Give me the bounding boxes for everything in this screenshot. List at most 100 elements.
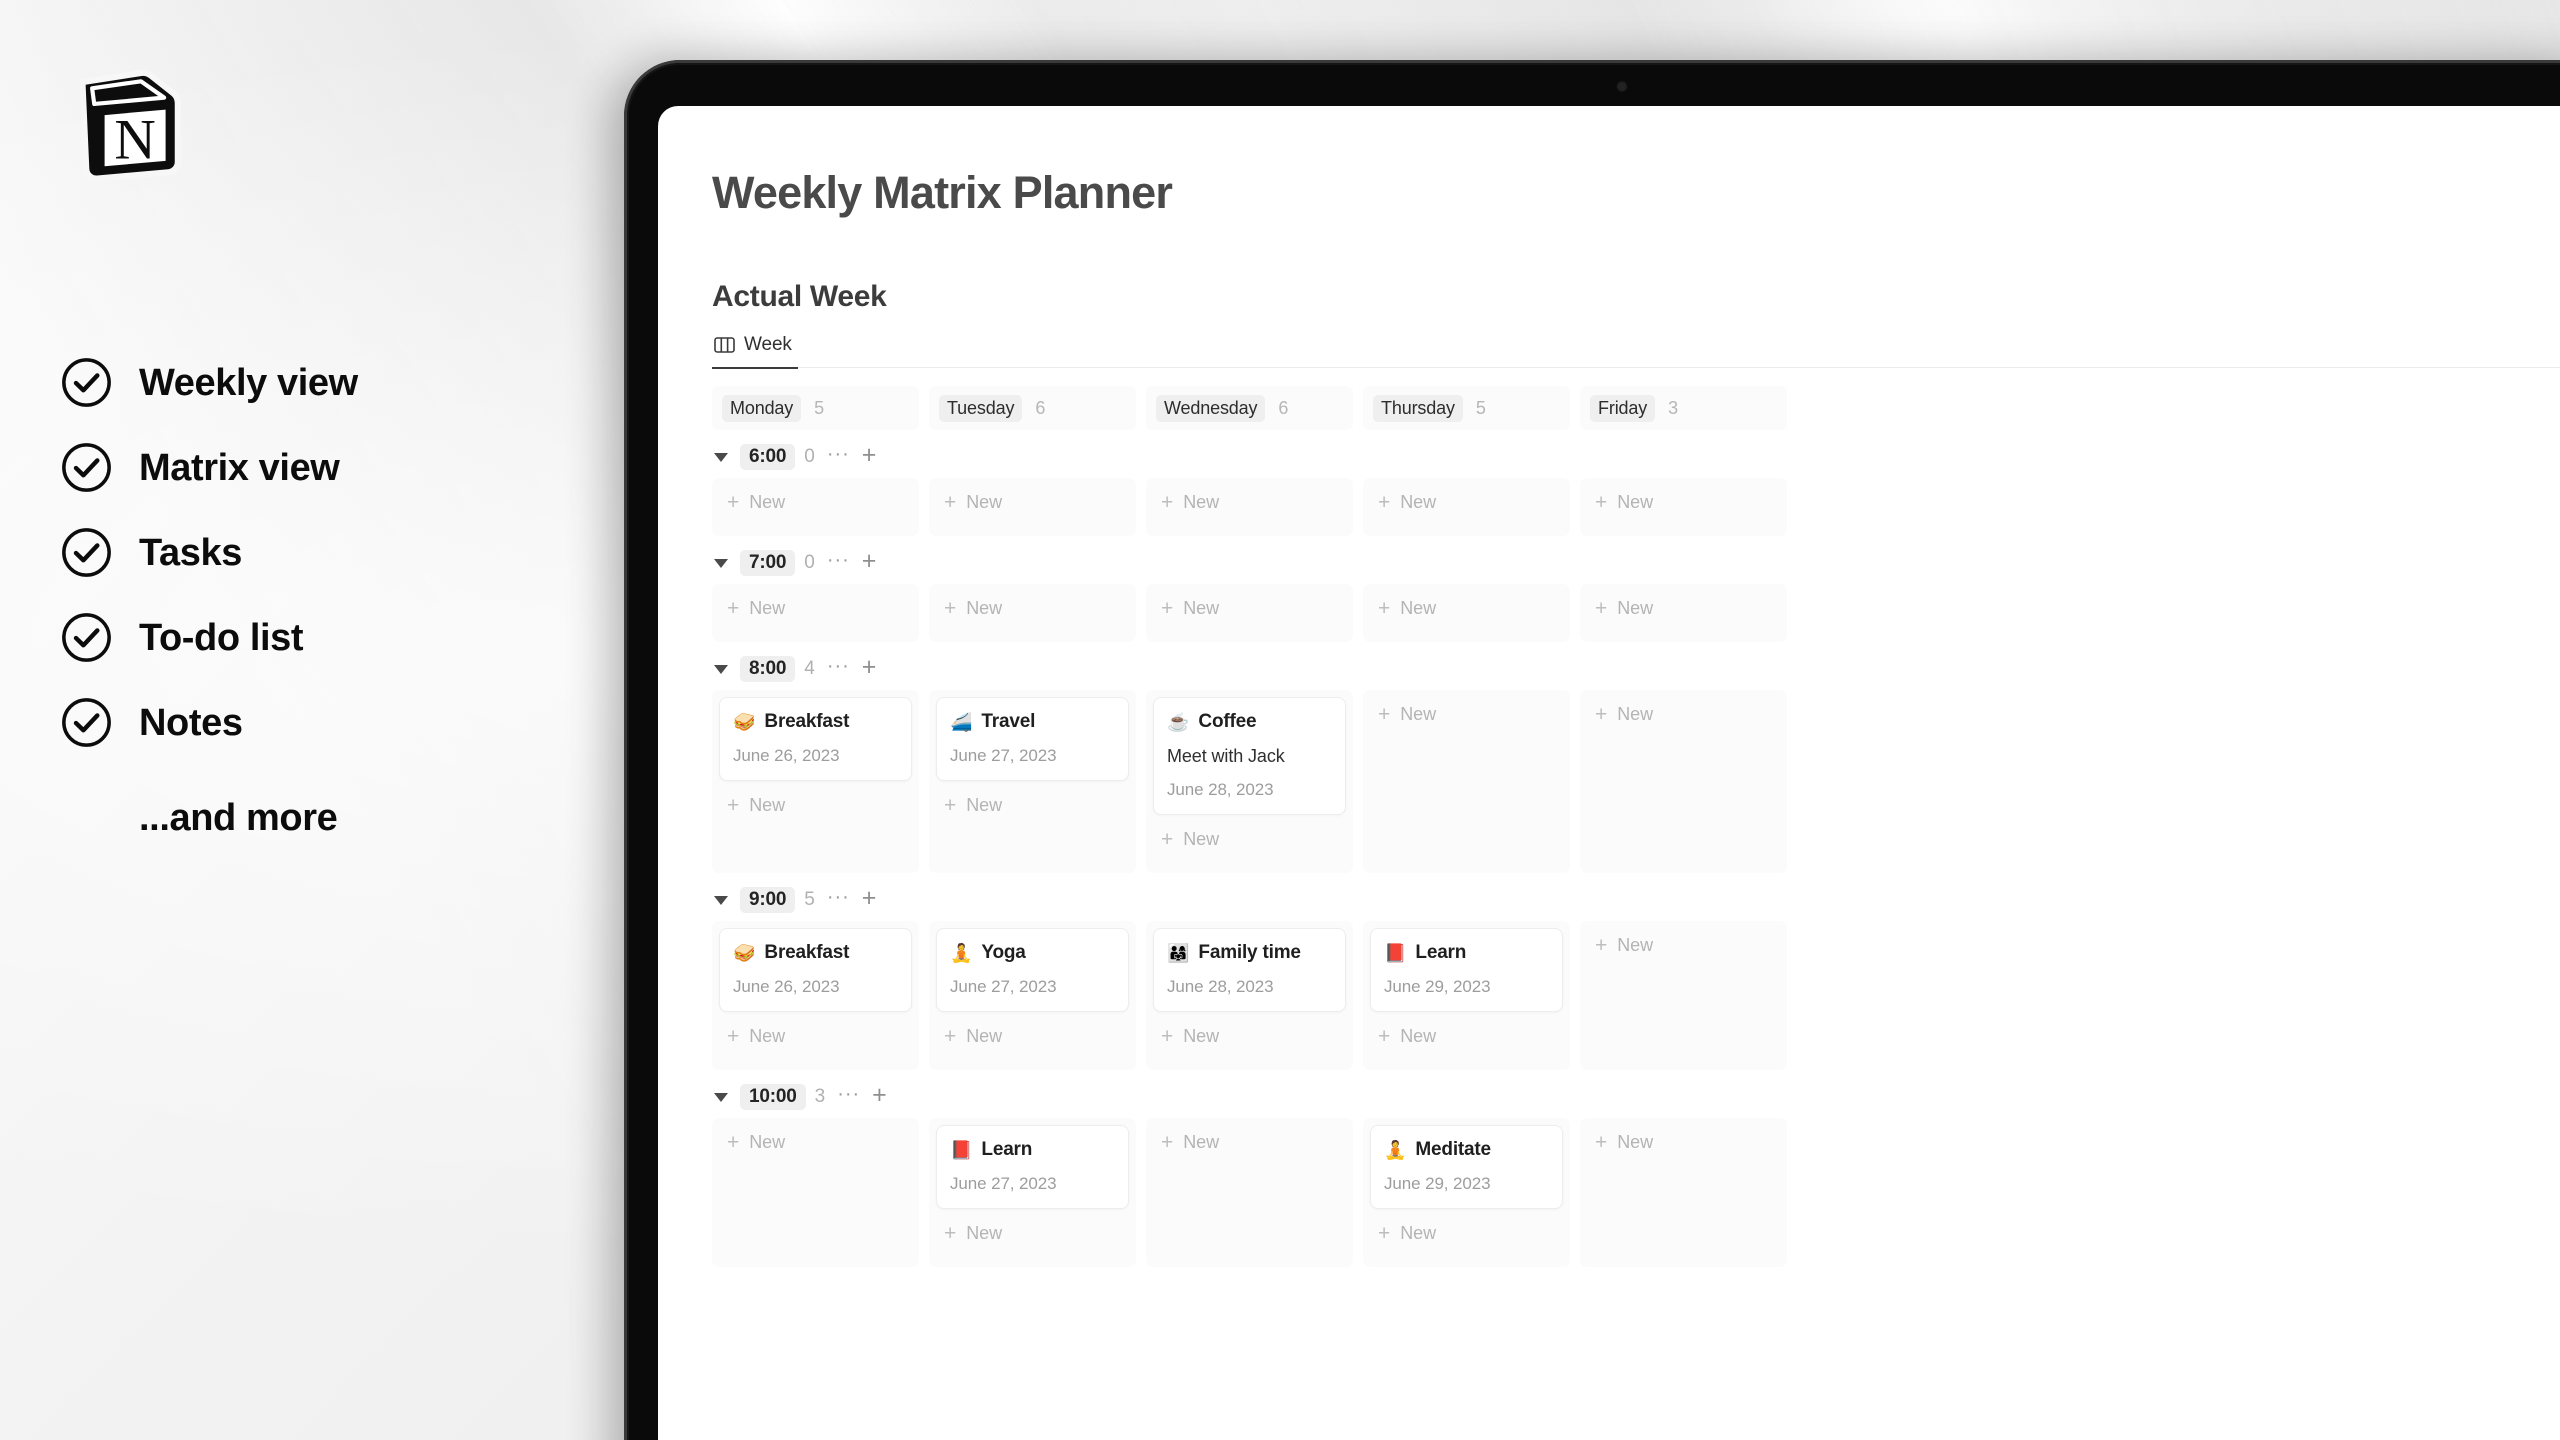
new-item-button[interactable]: + New (1587, 697, 1780, 732)
new-item-button[interactable]: + New (1587, 485, 1780, 520)
calendar-row: + New 📕 Learn June 27, 2023 + New + New 🧘 Meditate… (712, 1118, 2560, 1267)
ellipsis-icon[interactable]: ··· (827, 656, 850, 676)
new-item-button[interactable]: + New (1153, 591, 1346, 626)
event-card[interactable]: 🧘 Meditate June 29, 2023 (1370, 1125, 1563, 1209)
calendar-cell[interactable]: + New (1146, 1118, 1353, 1267)
day-header-monday[interactable]: Monday 5 (712, 386, 919, 430)
day-header-tuesday[interactable]: Tuesday 6 (929, 386, 1136, 430)
calendar-cell[interactable]: + New (929, 584, 1136, 642)
new-item-button[interactable]: + New (1153, 1125, 1346, 1160)
calendar-cell[interactable]: + New (1580, 478, 1787, 536)
event-card[interactable]: 👨‍👩‍👧 Family time June 28, 2023 (1153, 928, 1346, 1012)
check-circle-icon (60, 611, 113, 664)
plus-icon[interactable]: + (872, 1083, 887, 1108)
new-item-button[interactable]: + New (1587, 928, 1780, 963)
triangle-down-icon[interactable] (714, 1092, 728, 1102)
ellipsis-icon[interactable]: ··· (827, 887, 850, 907)
left-marketing-panel: N Weekly view Matrix view Tasks To-do li… (0, 0, 660, 1440)
calendar-cell[interactable]: + New (1580, 1118, 1787, 1267)
new-item-label: New (966, 492, 1002, 512)
triangle-down-icon[interactable] (714, 452, 728, 462)
calendar-cell[interactable]: 🥪 Breakfast June 26, 2023 + New (712, 690, 919, 873)
ellipsis-icon[interactable]: ··· (837, 1084, 860, 1104)
plus-icon[interactable]: + (862, 655, 877, 680)
cell-spacer (1587, 1167, 1780, 1258)
new-item-button[interactable]: + New (1587, 1125, 1780, 1160)
calendar-cell[interactable]: + New (1146, 584, 1353, 642)
calendar-cell[interactable]: 🧘 Yoga June 27, 2023 + New (929, 921, 1136, 1070)
calendar-cell[interactable]: 📕 Learn June 29, 2023 + New (1363, 921, 1570, 1070)
new-item-button[interactable]: + New (1370, 485, 1563, 520)
calendar-cell[interactable]: + New (1580, 690, 1787, 873)
tablet-device: Weekly Matrix Planner Actual Week Week M… (624, 60, 2560, 1440)
ellipsis-icon[interactable]: ··· (827, 550, 850, 570)
calendar-cell[interactable]: + New (712, 478, 919, 536)
feature-item-label: Tasks (139, 531, 242, 574)
new-item-button[interactable]: + New (1587, 591, 1780, 626)
plus-icon: + (944, 794, 957, 817)
calendar-cell[interactable]: + New (712, 1118, 919, 1267)
day-header-wednesday[interactable]: Wednesday 6 (1146, 386, 1353, 430)
calendar-cell[interactable]: 📕 Learn June 27, 2023 + New (929, 1118, 1136, 1267)
calendar-cell[interactable]: 🥪 Breakfast June 26, 2023 + New (712, 921, 919, 1070)
new-item-button[interactable]: + New (936, 1019, 1129, 1054)
triangle-down-icon[interactable] (714, 558, 728, 568)
new-item-label: New (1183, 598, 1219, 618)
calendar-cell[interactable]: 🧘 Meditate June 29, 2023 + New (1363, 1118, 1570, 1267)
event-card[interactable]: 🚄 Travel June 27, 2023 (936, 697, 1129, 781)
calendar-cell[interactable]: + New (1146, 478, 1353, 536)
new-item-button[interactable]: + New (936, 788, 1129, 823)
new-item-label: New (1617, 1132, 1653, 1152)
new-item-button[interactable]: + New (719, 485, 912, 520)
calendar-cell[interactable]: + New (929, 478, 1136, 536)
day-header-thursday[interactable]: Thursday 5 (1363, 386, 1570, 430)
time-row-header: 7:00 0 ··· + (712, 542, 2560, 584)
new-item-button[interactable]: + New (936, 591, 1129, 626)
calendar-cell[interactable]: ☕ Coffee Meet with Jack June 28, 2023 + New (1146, 690, 1353, 873)
new-item-button[interactable]: + New (1153, 1019, 1346, 1054)
new-item-button[interactable]: + New (719, 1019, 912, 1054)
calendar-cell[interactable]: + New (1363, 584, 1570, 642)
coffee-emoji: ☕ (1167, 712, 1190, 732)
time-row-header: 6:00 0 ··· + (712, 436, 2560, 478)
new-item-button[interactable]: + New (1370, 697, 1563, 732)
calendar-cell[interactable]: + New (712, 584, 919, 642)
ellipsis-icon[interactable]: ··· (827, 444, 850, 464)
new-item-label: New (1183, 492, 1219, 512)
feature-item: Weekly view (60, 340, 620, 425)
new-item-button[interactable]: + New (1153, 822, 1346, 857)
triangle-down-icon[interactable] (714, 895, 728, 905)
event-card[interactable]: ☕ Coffee Meet with Jack June 28, 2023 (1153, 697, 1346, 815)
new-item-button[interactable]: + New (1370, 1019, 1563, 1054)
event-card[interactable]: 📕 Learn June 29, 2023 (1370, 928, 1563, 1012)
event-card-date: June 28, 2023 (1167, 780, 1274, 799)
new-item-button[interactable]: + New (1153, 485, 1346, 520)
new-item-button[interactable]: + New (1370, 591, 1563, 626)
new-item-label: New (749, 1026, 785, 1046)
new-item-button[interactable]: + New (719, 788, 912, 823)
new-item-button[interactable]: + New (936, 1216, 1129, 1251)
calendar-cell[interactable]: + New (1580, 921, 1787, 1070)
calendar-cell[interactable]: 👨‍👩‍👧 Family time June 28, 2023 + New (1146, 921, 1353, 1070)
new-item-label: New (749, 795, 785, 815)
event-card[interactable]: 📕 Learn June 27, 2023 (936, 1125, 1129, 1209)
calendar-cell[interactable]: 🚄 Travel June 27, 2023 + New (929, 690, 1136, 873)
plus-icon[interactable]: + (862, 549, 877, 574)
plus-icon[interactable]: + (862, 443, 877, 468)
new-item-button[interactable]: + New (1370, 1216, 1563, 1251)
tab-week[interactable]: Week (712, 334, 798, 369)
new-item-button[interactable]: + New (936, 485, 1129, 520)
calendar-cell[interactable]: + New (1363, 690, 1570, 873)
new-item-button[interactable]: + New (719, 591, 912, 626)
calendar-cell[interactable]: + New (1580, 584, 1787, 642)
day-header-friday[interactable]: Friday 3 (1580, 386, 1787, 430)
new-item-button[interactable]: + New (719, 1125, 912, 1160)
week-calendar: Monday 5 Tuesday 6 Wednesday 6 Thursday … (712, 386, 2560, 1267)
event-card[interactable]: 🧘 Yoga June 27, 2023 (936, 928, 1129, 1012)
triangle-down-icon[interactable] (714, 664, 728, 674)
plus-icon[interactable]: + (862, 886, 877, 911)
event-card[interactable]: 🥪 Breakfast June 26, 2023 (719, 928, 912, 1012)
calendar-cell[interactable]: + New (1363, 478, 1570, 536)
time-row-count: 3 (814, 1086, 826, 1107)
event-card[interactable]: 🥪 Breakfast June 26, 2023 (719, 697, 912, 781)
